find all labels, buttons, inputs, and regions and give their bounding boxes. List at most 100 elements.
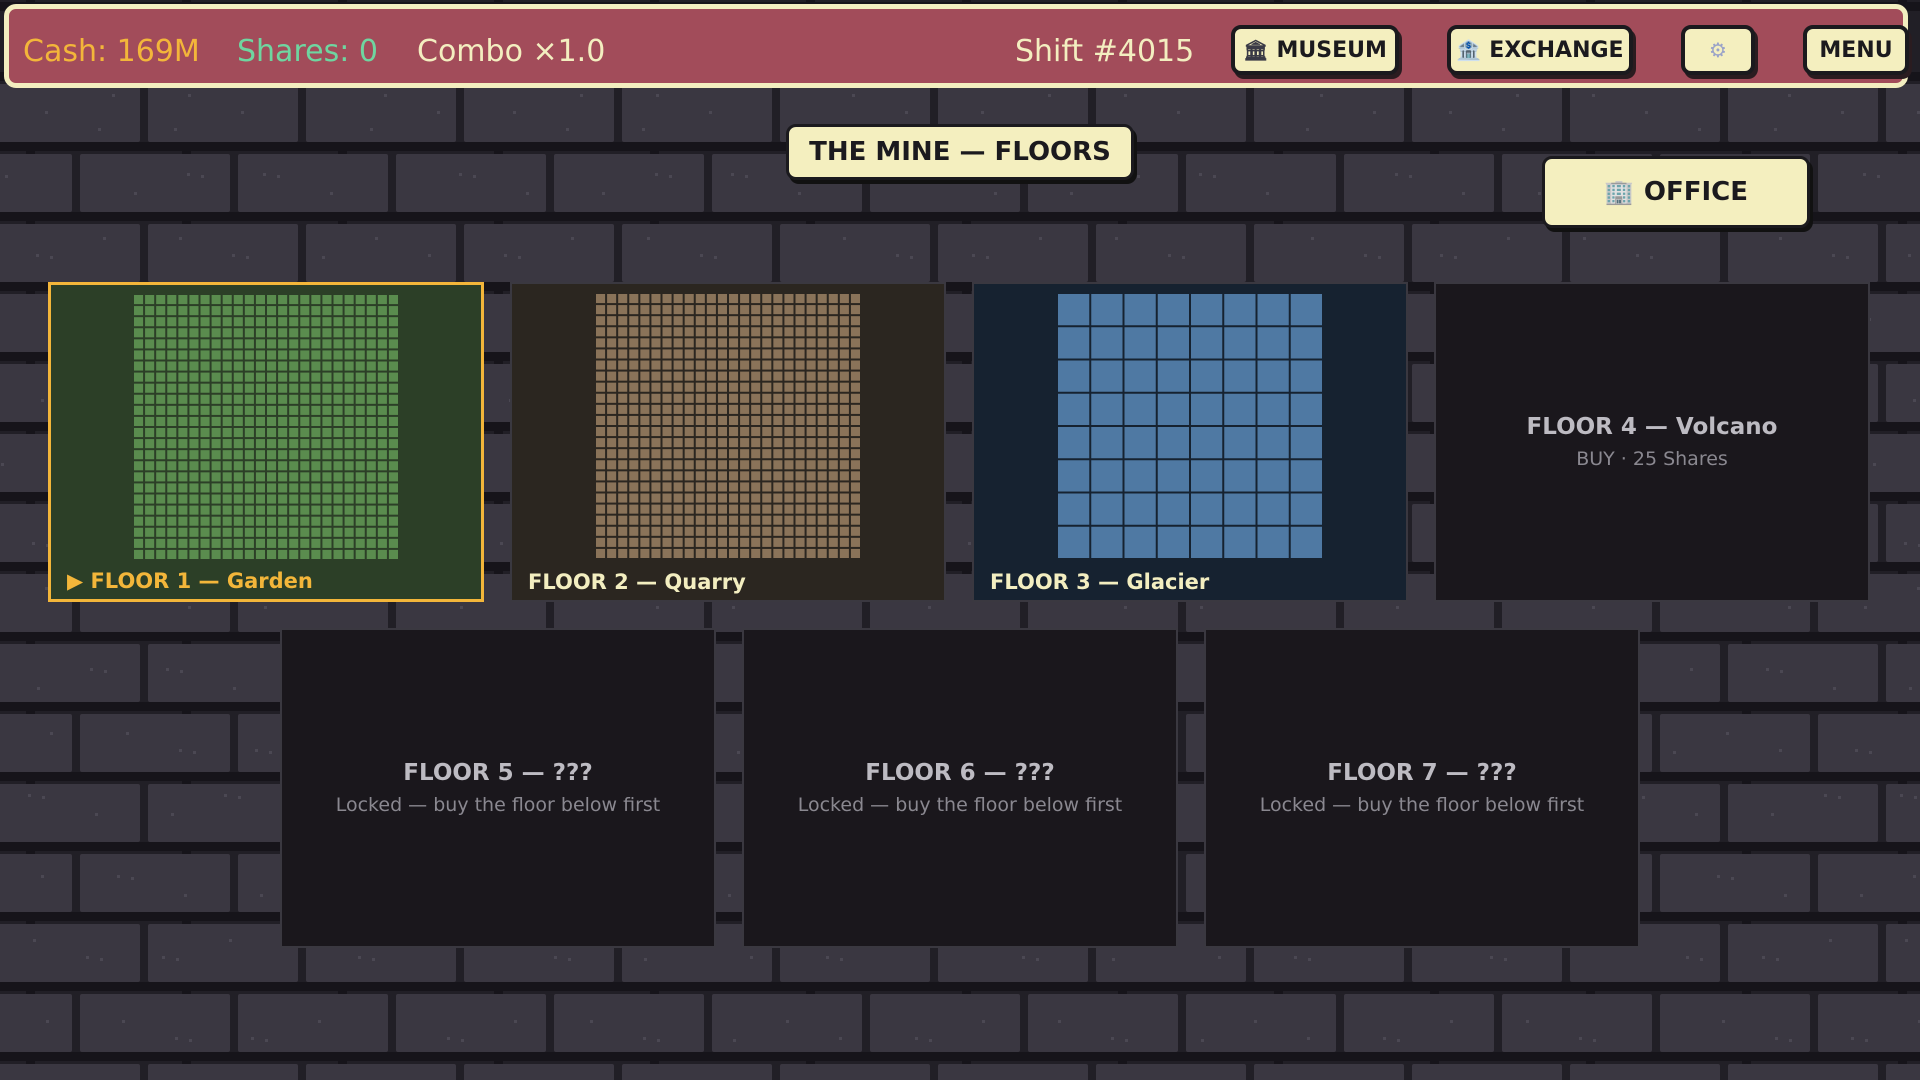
- brick-speck: [981, 111, 984, 114]
- brick-speck: [100, 958, 103, 961]
- floor-tile: [333, 339, 343, 349]
- floor-tile: [222, 494, 232, 504]
- floor-tile: [662, 327, 672, 337]
- floor-tile: [278, 383, 288, 393]
- floor-tile: [596, 482, 606, 492]
- floor-tile: [211, 461, 221, 471]
- floor-tile: [618, 427, 628, 437]
- floor-tile: [377, 538, 387, 548]
- floor-tile: [684, 316, 694, 326]
- floor-tile: [267, 361, 277, 371]
- brick-speck: [1789, 1039, 1792, 1042]
- exchange-button[interactable]: 🏦 EXCHANGE: [1447, 25, 1633, 75]
- floor-tile: [156, 405, 166, 415]
- brick-speck: [928, 606, 931, 609]
- floor-tile: [366, 439, 376, 449]
- brick-speck: [1908, 254, 1911, 257]
- floor-tile: [751, 316, 761, 326]
- floor-tile: [322, 516, 332, 526]
- floor-tile: [366, 494, 376, 504]
- brick-speck: [514, 1020, 517, 1023]
- floor-tile: [618, 382, 628, 392]
- floor-tile: [784, 548, 794, 558]
- floor-tile: [167, 350, 177, 360]
- floor-tile: [377, 317, 387, 327]
- floor-tile: [278, 405, 288, 415]
- floor-tile: [355, 339, 365, 349]
- brick-speck: [1137, 175, 1140, 178]
- floor-tile: [1257, 493, 1289, 525]
- floor-tile: [673, 493, 683, 503]
- floor-tile: [773, 548, 783, 558]
- floor-tile: [850, 449, 860, 459]
- brick-speck: [1673, 751, 1676, 754]
- floor-tile: [189, 416, 199, 426]
- floor-tile: [629, 338, 639, 348]
- floor-lock-note: Locked — buy the floor below first: [1259, 794, 1585, 816]
- floor-tile: [651, 327, 661, 337]
- floor-tile: [673, 526, 683, 536]
- floor-tile: [817, 504, 827, 514]
- floor-tile: [200, 317, 210, 327]
- brick-speck: [447, 1037, 450, 1040]
- floor-tile: [267, 516, 277, 526]
- brick: [396, 154, 546, 212]
- floor-tile: [618, 415, 628, 425]
- office-button[interactable]: 🏢 OFFICE: [1542, 156, 1810, 228]
- brick-speck: [46, 1020, 49, 1023]
- floor-tile: [717, 338, 727, 348]
- floor-tile: [167, 450, 177, 460]
- floor-tile: [156, 450, 166, 460]
- floor-tile: [651, 427, 661, 437]
- floor-tile: [651, 360, 661, 370]
- floor-tile: [795, 471, 805, 481]
- floor-tile: [662, 360, 672, 370]
- floor-tile: [267, 328, 277, 338]
- building-icon: 🏢: [1603, 178, 1634, 206]
- floor-tile: [333, 538, 343, 548]
- floor-tile: [1124, 427, 1156, 459]
- floor-tile: [278, 339, 288, 349]
- brick-speck: [1124, 94, 1127, 97]
- brick: [554, 154, 704, 212]
- floor-tile: [673, 427, 683, 437]
- floor-tile: [729, 316, 739, 326]
- floor-tile: [156, 372, 166, 382]
- floor-tile: [695, 537, 705, 547]
- brick-speck: [224, 794, 227, 797]
- floor-tile: [377, 505, 387, 515]
- brick-speck: [915, 1037, 918, 1040]
- floor-tile: [322, 306, 332, 316]
- floor-tile: [1157, 393, 1189, 425]
- settings-button[interactable]: ⚙: [1681, 25, 1755, 75]
- floor-card-1[interactable]: ▶ FLOOR 1 — Garden: [48, 282, 484, 602]
- floor-tile: [200, 472, 210, 482]
- brick-speck: [1058, 1020, 1061, 1023]
- floor-tile: [806, 382, 816, 392]
- brick: [1412, 84, 1562, 142]
- museum-button[interactable]: 🏛 MUSEUM: [1231, 25, 1399, 75]
- floor-tile: [300, 439, 310, 449]
- floor-tile: [806, 371, 816, 381]
- floor-tile: [817, 371, 827, 381]
- floor-tile: [839, 382, 849, 392]
- brick-speck: [5, 175, 8, 178]
- brick-speck: [1865, 1039, 1868, 1042]
- floor-card-2[interactable]: FLOOR 2 — Quarry: [510, 282, 946, 602]
- floor-tile: [773, 327, 783, 337]
- brick: [1886, 504, 1920, 562]
- brick-speck: [1762, 956, 1765, 959]
- floor-tile: [322, 328, 332, 338]
- floor-tile: [233, 538, 243, 548]
- floor-card-3[interactable]: FLOOR 3 — Glacier: [972, 282, 1408, 602]
- floor-tile: [1091, 526, 1123, 558]
- floor-tile: [156, 295, 166, 305]
- floor-tile: [344, 306, 354, 316]
- floor-tile: [717, 438, 727, 448]
- floor-tile: [255, 549, 265, 559]
- floor-tile: [178, 416, 188, 426]
- floor-card-4[interactable]: FLOOR 4 — Volcano BUY · 25 Shares: [1434, 282, 1870, 602]
- brick: [1818, 854, 1920, 912]
- menu-button[interactable]: MENU: [1803, 25, 1909, 75]
- floor-tile: [684, 415, 694, 425]
